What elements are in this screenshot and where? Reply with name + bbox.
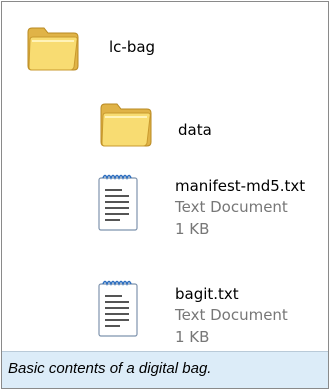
figure-frame: lc-bag data manifest-md5.txt Text Docume… bbox=[1, 1, 329, 389]
figure-caption: Basic contents of a digital bag. bbox=[2, 351, 328, 388]
file-type: Text Document bbox=[175, 306, 288, 324]
text-document-icon bbox=[98, 280, 138, 337]
folder-icon bbox=[100, 103, 152, 147]
folder-icon bbox=[27, 27, 79, 71]
file-name: bagit.txt bbox=[175, 285, 239, 303]
file-size: 1 KB bbox=[175, 328, 210, 346]
file-type: Text Document bbox=[175, 198, 288, 216]
file-explorer-pane: lc-bag data manifest-md5.txt Text Docume… bbox=[2, 2, 328, 353]
folder-name: lc-bag bbox=[109, 38, 156, 56]
text-document-icon bbox=[98, 174, 138, 231]
file-size: 1 KB bbox=[175, 220, 210, 238]
folder-name: data bbox=[178, 121, 212, 139]
file-name: manifest-md5.txt bbox=[175, 177, 306, 195]
